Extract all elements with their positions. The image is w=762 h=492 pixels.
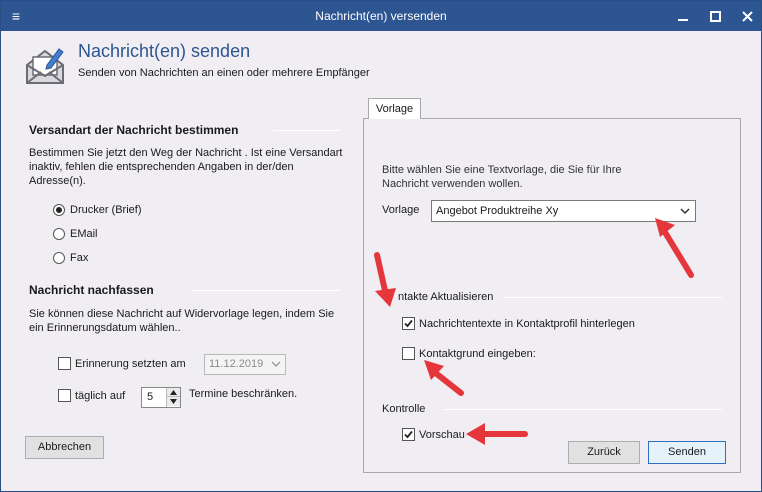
save-texts-label: Nachrichtentexte in Kontaktprofil hinter… — [419, 317, 635, 330]
radio-email-label: EMail — [70, 228, 98, 240]
reminder-date-value: 11.12.2019 — [209, 358, 264, 370]
checkbox-box[interactable] — [402, 317, 415, 330]
nachfassen-desc-line: Sie können diese Nachricht auf Widervorl… — [29, 308, 335, 320]
checkmark-icon — [404, 430, 413, 439]
radio-indicator[interactable] — [53, 204, 65, 216]
radio-drucker[interactable]: Drucker (Brief) — [53, 204, 142, 216]
triangle-up-icon — [170, 389, 177, 395]
page-title: Nachricht(en) senden — [78, 41, 251, 61]
preview-label: Vorschau — [419, 428, 465, 441]
daily-limit-checkbox[interactable]: täglich auf — [58, 389, 125, 402]
kontrolle-separator — [444, 409, 722, 410]
vorlage-tab-panel: Bitte wählen Sie eine Textvorlage, die S… — [363, 118, 741, 473]
kontakte-section-title: ntakte Aktualisieren — [398, 291, 494, 303]
send-button[interactable]: Senden — [648, 441, 726, 464]
radio-email[interactable]: EMail — [53, 228, 98, 240]
maximize-button[interactable] — [703, 6, 727, 26]
stepper-arrows[interactable] — [166, 388, 180, 407]
annotation-arrow-icon — [424, 360, 464, 396]
window-title: Nachricht(en) versenden — [315, 9, 447, 23]
annotation-arrow-icon — [374, 252, 396, 307]
annotation-arrow-icon — [655, 218, 694, 278]
stepper-up-button[interactable] — [167, 388, 180, 397]
nachfassen-desc-line: ein Erinnerungsdatum wählen.. — [29, 322, 181, 334]
radio-fax[interactable]: Fax — [53, 252, 88, 264]
vorlage-desc-line: Bitte wählen Sie eine Textvorlage, die S… — [382, 164, 622, 176]
vorlage-description: Bitte wählen Sie eine Textvorlage, die S… — [382, 163, 722, 191]
daily-limit-suffix: Termine beschränken. — [189, 388, 298, 400]
vorlage-desc-line: Nachricht verwenden wollen. — [382, 178, 523, 190]
template-label: Vorlage — [382, 204, 420, 216]
radio-indicator[interactable] — [53, 228, 65, 240]
versandart-desc-line: Adresse(n). — [29, 175, 86, 187]
daily-limit-stepper[interactable]: 5 — [141, 387, 181, 408]
checkbox-box[interactable] — [402, 428, 415, 441]
reminder-label: Erinnerung setzten am — [75, 357, 186, 370]
title-bar[interactable]: ≡ Nachricht(en) versenden — [1, 1, 761, 31]
daily-limit-label: täglich auf — [75, 389, 126, 402]
checkbox-box[interactable] — [58, 389, 71, 402]
stepper-down-button[interactable] — [167, 397, 180, 406]
checkmark-icon — [404, 319, 413, 328]
minimize-button[interactable] — [671, 6, 695, 26]
versandart-section-title: Versandart der Nachricht bestimmen — [29, 123, 239, 137]
checkbox-box[interactable] — [402, 347, 415, 360]
cancel-button[interactable]: Abbrechen — [25, 436, 104, 459]
radio-fax-label: Fax — [70, 252, 89, 264]
kontrolle-section-title: Kontrolle — [382, 403, 426, 415]
versandart-separator — [273, 130, 341, 131]
close-button[interactable] — [735, 6, 759, 26]
radio-indicator[interactable] — [53, 252, 65, 264]
tab-vorlage[interactable]: Vorlage — [368, 98, 421, 119]
nachfassen-description: Sie können diese Nachricht auf Widervorl… — [29, 307, 349, 335]
template-dropdown-value: Angebot Produktreihe Xy — [436, 205, 559, 217]
versandart-desc-line: inaktiv, fehlen die entsprechenden Angab… — [29, 161, 294, 173]
checkbox-box[interactable] — [58, 357, 71, 370]
nachfassen-section-title: Nachricht nachfassen — [29, 283, 154, 297]
versandart-description: Bestimmen Sie jetzt den Weg der Nachrich… — [29, 146, 349, 188]
minimize-icon — [678, 19, 688, 21]
daily-limit-value: 5 — [147, 391, 154, 403]
nachfassen-separator — [191, 290, 341, 291]
chevron-down-icon[interactable] — [270, 358, 282, 370]
envelope-pen-icon — [26, 48, 64, 84]
radio-drucker-label: Drucker (Brief) — [70, 204, 142, 216]
preview-checkbox[interactable]: Vorschau — [402, 428, 465, 441]
triangle-down-icon — [170, 399, 177, 404]
kontakte-separator — [504, 297, 722, 298]
versandart-desc-line: Bestimmen Sie jetzt den Weg der Nachrich… — [29, 147, 343, 159]
back-button[interactable]: Zurück — [568, 441, 640, 464]
reminder-checkbox[interactable]: Erinnerung setzten am — [58, 357, 186, 370]
save-texts-checkbox[interactable]: Nachrichtentexte in Kontaktprofil hinter… — [402, 317, 635, 330]
annotation-arrow-icon — [466, 423, 528, 445]
close-icon — [741, 10, 753, 22]
page-subtitle: Senden von Nachrichten an einen oder meh… — [78, 67, 370, 79]
maximize-icon — [709, 10, 721, 22]
dialog-window: ≡ Nachricht(en) versenden Nachricht(en) … — [0, 0, 762, 492]
reminder-date-picker[interactable]: 11.12.2019 — [204, 354, 286, 375]
